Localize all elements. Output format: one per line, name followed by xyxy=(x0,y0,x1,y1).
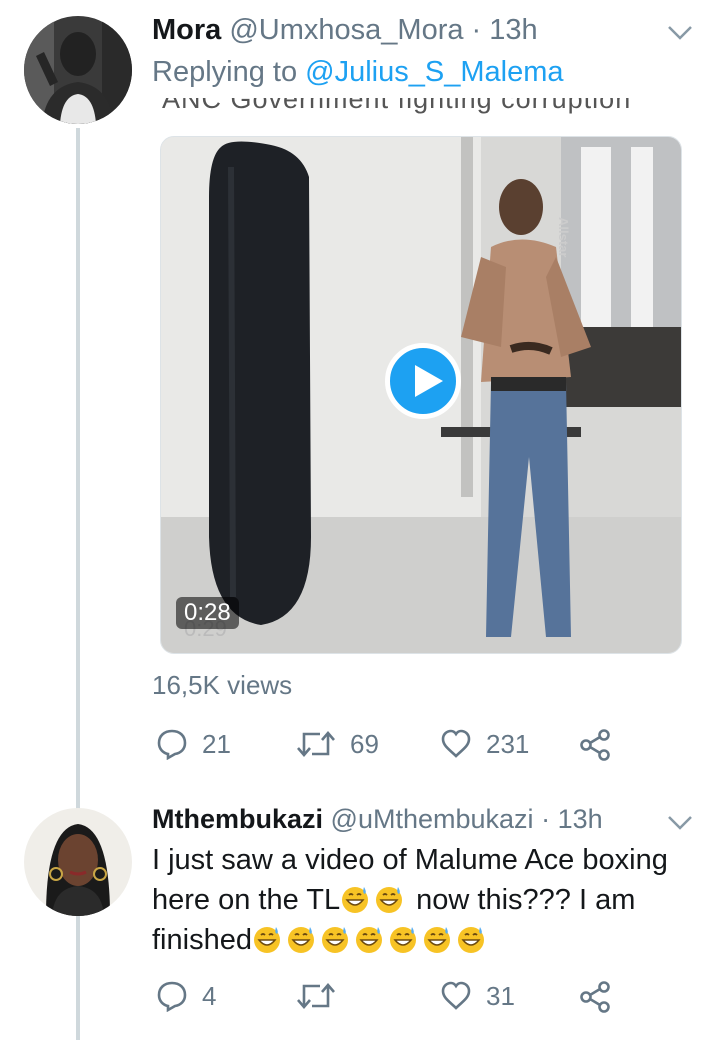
reply-button[interactable]: 21 xyxy=(156,728,231,760)
video-duration: 0:28 xyxy=(176,597,239,629)
tweet-header: Mthembukazi @uMthembukazi · 13h xyxy=(152,804,603,835)
like-button[interactable]: 231 xyxy=(440,728,529,760)
share-icon xyxy=(580,729,610,761)
grinning-sweat-emoji xyxy=(321,927,348,953)
grinning-sweat-emoji xyxy=(287,927,314,953)
grinning-sweat-emoji xyxy=(253,927,280,953)
replying-to-line: Replying to @Julius_S_Malema xyxy=(152,56,564,88)
avatar-mora[interactable] xyxy=(24,16,132,124)
separator: · xyxy=(541,804,551,834)
reply-icon xyxy=(157,729,187,760)
like-count: 231 xyxy=(486,728,530,759)
reply-count: 21 xyxy=(202,728,231,759)
tweet-text-line: I just saw a video of Malume Ace boxing xyxy=(152,844,668,876)
like-button[interactable]: 31 xyxy=(440,980,515,1012)
separator: · xyxy=(471,14,482,46)
grinning-sweat-emoji xyxy=(342,887,369,913)
grinning-sweat-emoji xyxy=(389,927,416,953)
tweet-mthembukazi[interactable]: Mthembukazi @uMthembukazi · 13h I just s… xyxy=(0,790,720,1040)
video-caption-crop: ANC Government fighting corruption xyxy=(150,98,650,116)
tweet-text-line: finished xyxy=(152,920,692,960)
heart-icon xyxy=(441,981,471,1010)
retweet-button[interactable] xyxy=(296,980,350,1012)
grinning-sweat-emoji xyxy=(376,887,403,913)
avatar-mthembukazi[interactable] xyxy=(24,808,132,916)
like-count: 31 xyxy=(486,980,515,1011)
share-button[interactable] xyxy=(578,728,612,762)
chevron-down-icon[interactable] xyxy=(666,814,694,832)
display-name[interactable]: Mthembukazi xyxy=(152,804,323,834)
chevron-down-icon[interactable] xyxy=(666,24,694,42)
reply-button[interactable]: 4 xyxy=(156,980,216,1012)
retweet-count: 69 xyxy=(350,728,379,759)
grinning-sweat-emoji xyxy=(423,927,450,953)
display-name[interactable]: Mora xyxy=(152,14,221,46)
handle[interactable]: @Umxhosa_Mora xyxy=(229,14,463,46)
share-icon xyxy=(580,981,610,1013)
tweet-text-line: here on the TL now this??? I am xyxy=(152,884,636,916)
grinning-sweat-emoji xyxy=(355,927,382,953)
retweet-button[interactable]: 69 xyxy=(296,728,379,760)
share-button[interactable] xyxy=(578,980,612,1014)
reply-icon xyxy=(157,981,187,1012)
tweet-mora[interactable]: Mora @Umxhosa_Mora · 13h Replying to @Ju… xyxy=(0,0,720,790)
retweet-icon xyxy=(297,983,335,1009)
heart-icon xyxy=(441,729,471,758)
view-count: 16,5K views xyxy=(152,670,293,700)
video-caption-overlay: ANC Government fighting corruption xyxy=(162,98,632,114)
handle[interactable]: @uMthembukazi xyxy=(331,804,534,834)
timestamp[interactable]: 13h xyxy=(558,804,603,834)
play-icon[interactable] xyxy=(385,343,461,419)
retweet-icon xyxy=(297,731,335,757)
wall-text: Allstar xyxy=(556,217,571,258)
tweet-header: Mora @Umxhosa_Mora · 13h xyxy=(152,14,538,47)
timestamp[interactable]: 13h xyxy=(489,14,537,46)
replying-to-link[interactable]: @Julius_S_Malema xyxy=(305,56,563,88)
reply-count: 4 xyxy=(202,980,217,1011)
tweet-text: I just saw a video of Malume Ace boxing … xyxy=(152,840,692,960)
grinning-sweat-emoji xyxy=(457,927,484,953)
